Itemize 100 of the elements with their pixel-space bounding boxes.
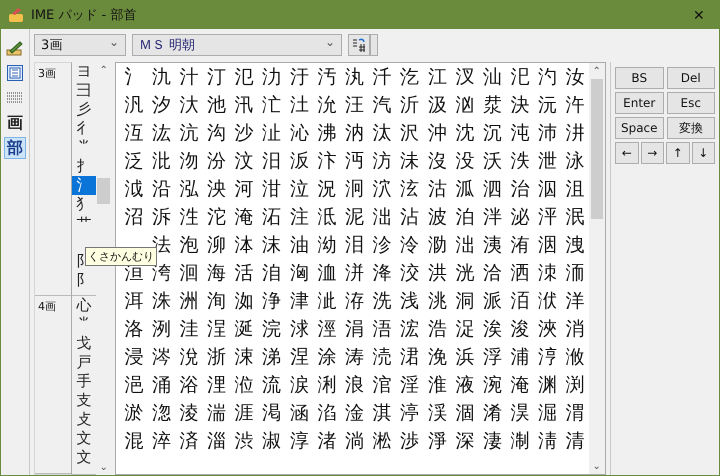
scroll-thumb[interactable] (97, 178, 110, 204)
kanji-cell[interactable]: 洞 (451, 287, 479, 315)
kanji-cell[interactable]: 泣 (286, 175, 314, 203)
kanji-cell[interactable]: 涑 (230, 343, 258, 371)
kanji-cell[interactable]: 河 (230, 175, 258, 203)
kanji-cell[interactable]: 泥 (340, 203, 368, 231)
kanji-cell[interactable]: 洴 (340, 259, 368, 287)
kanji-cell[interactable]: 洸 (451, 259, 479, 287)
kanji-cell[interactable]: 津 (286, 287, 314, 315)
kanji-cell[interactable]: 泮 (478, 203, 506, 231)
kanji-cell[interactable]: 洶 (286, 259, 314, 287)
kanji-cell[interactable]: 洇 (534, 231, 562, 259)
mode-button[interactable]: 部 (4, 137, 26, 159)
kanji-cell[interactable]: 沬 (396, 147, 424, 175)
kanji-cell[interactable]: 洨 (396, 259, 424, 287)
kanji-cell[interactable]: 涯 (230, 399, 258, 427)
kanji-cell[interactable]: 氻 (258, 63, 286, 91)
kanji-cell[interactable]: 涘 (478, 315, 506, 343)
kanji-cell[interactable]: 泑 (313, 231, 341, 259)
scroll-down-button[interactable]: ⌄ (96, 459, 111, 475)
kanji-cell[interactable]: 浥 (120, 371, 148, 399)
kanji-cell[interactable]: 沟 (202, 119, 230, 147)
kanji-cell[interactable]: 況 (313, 175, 341, 203)
kanji-cell[interactable]: 泏 (368, 203, 396, 231)
kanji-cell[interactable]: 泗 (478, 175, 506, 203)
kanji-cell[interactable]: 淛 (506, 427, 534, 455)
kanji-cell[interactable]: 汹 (451, 91, 479, 119)
kanji-cell[interactable]: 涗 (175, 343, 203, 371)
key-button[interactable]: Enter (615, 92, 664, 114)
key-button[interactable]: 変換 (666, 117, 715, 139)
kanji-cell[interactable]: 汽 (368, 91, 396, 119)
kanji-cell[interactable]: 浹 (534, 315, 562, 343)
radical-item[interactable]: 彡 (72, 100, 96, 119)
kanji-cell[interactable]: 沌 (506, 119, 534, 147)
key-button[interactable]: Del (666, 67, 715, 89)
kanji-cell[interactable]: 沔 (340, 147, 368, 175)
kanji-cell[interactable]: 淨 (423, 427, 452, 455)
kanji-cell[interactable]: 淸 (534, 427, 562, 455)
scroll-down-button[interactable]: ⌄ (589, 458, 604, 474)
kanji-cell[interactable]: 洄 (175, 259, 203, 287)
tool-button[interactable] (4, 62, 26, 84)
kanji-cell[interactable]: 淆 (478, 399, 506, 427)
kanji-cell[interactable]: 浧 (202, 315, 230, 343)
kanji-cell[interactable]: 浯 (368, 315, 396, 343)
kanji-cell[interactable]: 泬 (368, 175, 396, 203)
kanji-cell[interactable]: 浼 (423, 343, 452, 371)
kanji-cell[interactable]: 洧 (506, 231, 534, 259)
stroke-dropdown[interactable]: 3画 ⌄ (34, 34, 126, 56)
kanji-cell[interactable]: 沽 (423, 175, 452, 203)
kanji-cell[interactable]: 洵 (202, 287, 230, 315)
kanji-cell[interactable]: 泝 (148, 203, 176, 231)
kanji-cell[interactable]: 沖 (423, 119, 452, 147)
kanji-cell[interactable]: 泚 (313, 287, 341, 315)
kanji-cell[interactable]: 淄 (202, 427, 230, 455)
scroll-up-button[interactable]: ⌃ (589, 63, 604, 79)
kanji-cell[interactable]: 涅 (286, 343, 314, 371)
kanji-cell[interactable]: 沿 (148, 175, 176, 203)
radical-item[interactable]: ⺌ (72, 138, 96, 157)
kanji-cell[interactable]: 汘 (368, 63, 396, 91)
kanji-cell[interactable]: 涸 (451, 399, 479, 427)
kanji-cell[interactable]: 沉 (478, 119, 506, 147)
kanji-cell[interactable]: 淈 (534, 399, 562, 427)
kanji-cell[interactable]: 泔 (258, 175, 286, 203)
kanji-cell[interactable]: 汛 (230, 91, 258, 119)
radical-item[interactable]: 艹 (72, 214, 96, 233)
kanji-cell[interactable]: 涴 (478, 371, 506, 399)
kanji-cell[interactable]: 涔 (148, 343, 176, 371)
kanji-cell[interactable]: 沴 (368, 231, 396, 259)
kanji-cell[interactable]: 浚 (506, 315, 534, 343)
kanji-cell[interactable]: 沾 (396, 203, 424, 231)
kanji-cell[interactable]: 浩 (423, 315, 452, 343)
kanji-cell[interactable]: 洌 (148, 315, 176, 343)
kanji-cell[interactable]: 汔 (396, 63, 424, 91)
kanji-cell[interactable]: 汎 (120, 91, 148, 119)
kanji-cell[interactable]: 泐 (423, 231, 452, 259)
kanji-cell[interactable]: 洟 (478, 231, 506, 259)
kanji-cell[interactable]: 浅 (396, 287, 424, 315)
radical-item[interactable]: 犭 (72, 195, 96, 214)
kanji-cell[interactable]: 沚 (258, 119, 286, 147)
kanji-cell[interactable]: 淇 (368, 399, 396, 427)
kanji-cell[interactable]: 沕 (175, 147, 203, 175)
kanji-cell[interactable]: 涒 (396, 343, 424, 371)
kanji-cell[interactable]: 浸 (120, 343, 148, 371)
kanji-cell[interactable]: 淹 (506, 371, 534, 399)
arrow-key-button[interactable]: → (640, 142, 664, 164)
kanji-cell[interactable]: 涫 (368, 371, 396, 399)
kanji-cell[interactable]: 沼 (120, 203, 148, 231)
scroll-thumb[interactable] (591, 79, 603, 219)
kanji-cell[interactable]: 渚 (313, 427, 341, 455)
kanji-cell[interactable]: 洪 (423, 259, 452, 287)
kanji-cell[interactable]: 汐 (148, 91, 176, 119)
kanji-cell[interactable]: 洙 (148, 287, 176, 315)
kanji-cell[interactable]: 波 (423, 203, 452, 231)
kanji-cell[interactable]: 油 (286, 231, 314, 259)
radical-item[interactable]: 彳 (72, 119, 96, 138)
kanji-cell[interactable]: 洋 (561, 287, 589, 315)
kanji-cell[interactable]: 浴 (175, 371, 203, 399)
kanji-cell[interactable]: 涜 (368, 343, 396, 371)
kanji-cell[interactable]: 汭 (340, 119, 368, 147)
key-button[interactable]: Esc (666, 92, 715, 114)
